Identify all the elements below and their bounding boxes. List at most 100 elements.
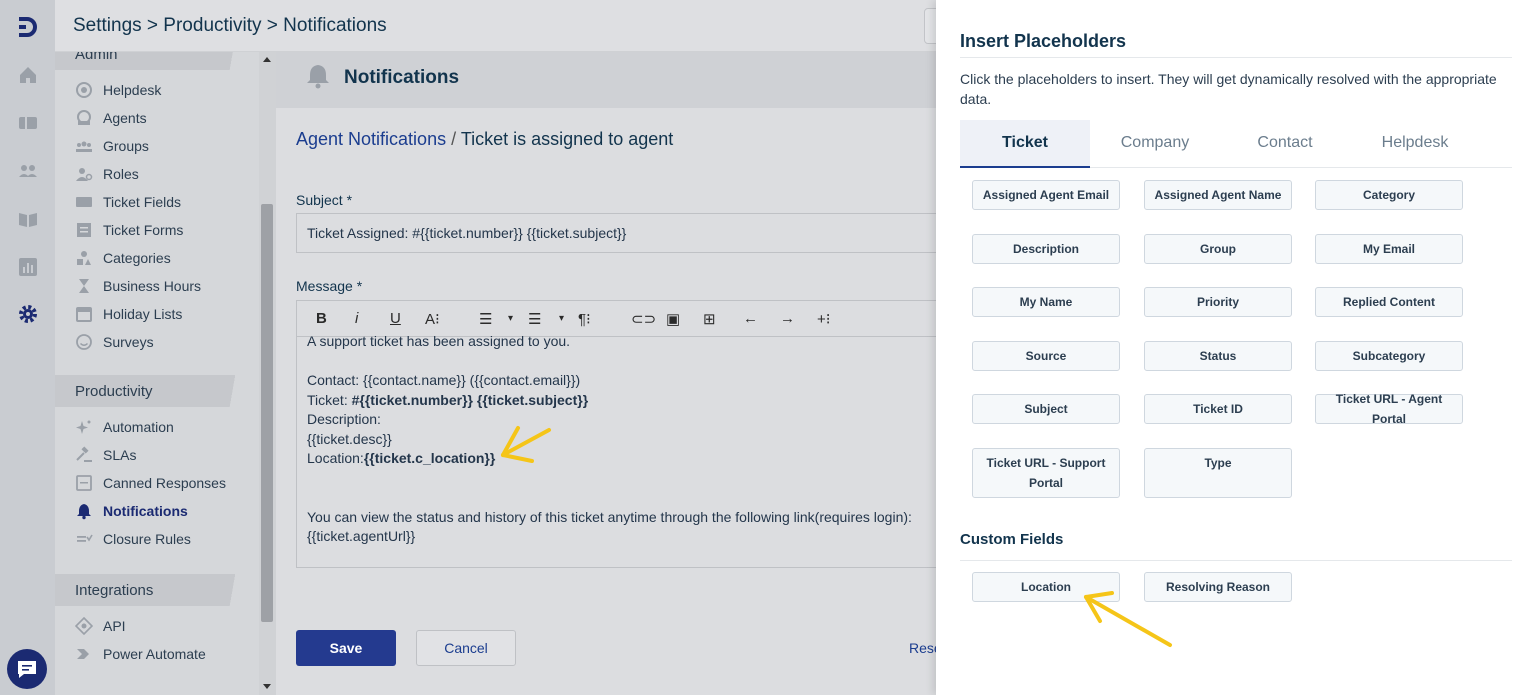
insert-placeholders-drawer: Insert Placeholders Click the placeholde… (936, 0, 1536, 695)
placeholder-chip[interactable]: Ticket ID (1144, 394, 1292, 424)
sidebar-item-business-hours[interactable]: Business Hours (75, 276, 201, 296)
agents-icon (77, 110, 91, 125)
contacts-icon[interactable] (17, 160, 39, 182)
notification-editor: Notifications Agent Notifications / Tick… (276, 52, 936, 695)
redo-button[interactable]: → (780, 310, 795, 327)
save-button[interactable]: Save (296, 630, 396, 666)
placeholder-chip[interactable]: Assigned Agent Name (1144, 180, 1292, 210)
sidebar-item-agents[interactable]: Agents (75, 108, 147, 128)
placeholder-chip[interactable]: Source (972, 341, 1120, 371)
subject-label: Subject * (296, 192, 353, 208)
tab-company[interactable]: Company (1090, 120, 1220, 168)
settings-icon[interactable] (17, 303, 39, 325)
drawer-title: Insert Placeholders (960, 31, 1127, 51)
message-editor[interactable]: B i U A⁝ ☰ ▾ ☰ ▾ ¶⁝ ⊂⊃ ▣ ⊞ ← → +⁝ A supp… (296, 300, 936, 568)
sidebar-item-canned-responses[interactable]: Canned Responses (75, 473, 226, 493)
scroll-up-arrow-icon[interactable] (263, 57, 271, 62)
divider (960, 57, 1512, 58)
scroll-down-arrow-icon[interactable] (263, 684, 271, 689)
undo-button[interactable]: ← (743, 310, 758, 327)
knowledge-base-icon[interactable] (17, 208, 39, 230)
chat-icon (18, 661, 36, 678)
placeholder-chip[interactable]: Ticket URL - Agent Portal (1315, 392, 1463, 426)
ticket-fields-icon (76, 197, 92, 207)
sidebar-item-holiday-lists[interactable]: Holiday Lists (75, 304, 182, 324)
tab-ticket[interactable]: Ticket (960, 120, 1090, 168)
sidebar-item-notifications[interactable]: Notifications (75, 501, 188, 521)
tab-helpdesk[interactable]: Helpdesk (1350, 120, 1480, 168)
font-size-button[interactable]: A⁝ (425, 310, 440, 328)
sidebar-item-automation[interactable]: Automation (75, 417, 174, 437)
ticket-forms-icon (77, 223, 91, 237)
placeholder-chip[interactable]: Type (1144, 448, 1292, 498)
placeholder-chip[interactable]: Subject (972, 394, 1120, 424)
sidebar-item-slas[interactable]: SLAs (75, 445, 136, 465)
sidebar-section-productivity: Productivity (55, 375, 259, 407)
reset-link[interactable]: Rese (909, 640, 936, 656)
canned-response-icon (76, 475, 92, 491)
placeholder-chip[interactable]: My Email (1315, 234, 1463, 264)
groups-icon (76, 141, 92, 152)
custom-fields-heading: Custom Fields (960, 531, 1064, 548)
tickets-icon[interactable] (17, 112, 39, 134)
brand-logo[interactable] (14, 14, 40, 40)
sidebar-item-ticket-fields[interactable]: Ticket Fields (75, 192, 181, 212)
bell-icon (77, 504, 91, 520)
underline-button[interactable]: U (390, 310, 401, 327)
paragraph-button[interactable]: ¶⁝ (578, 310, 591, 328)
sidebar-scroll-thumb[interactable] (261, 204, 273, 622)
sidebar-section-admin: Admin (55, 52, 259, 70)
bell-icon (307, 65, 329, 89)
closure-rules-icon (77, 534, 93, 542)
message-label: Message * (296, 278, 363, 294)
reports-icon[interactable] (17, 256, 39, 278)
placeholder-chip[interactable]: Ticket URL - Support Portal (972, 448, 1120, 498)
home-icon[interactable] (17, 64, 39, 86)
sidebar-item-categories[interactable]: Categories (75, 248, 171, 268)
placeholder-chip[interactable]: Status (1144, 341, 1292, 371)
sidebar-item-roles[interactable]: Roles (75, 164, 139, 184)
custom-field-chip-resolving-reason[interactable]: Resolving Reason (1144, 572, 1292, 602)
placeholder-chip[interactable]: Priority (1144, 287, 1292, 317)
placeholder-chip[interactable]: Description (972, 234, 1120, 264)
power-automate-icon (77, 649, 89, 659)
placeholder-chip[interactable]: My Name (972, 287, 1120, 317)
placeholder-chip[interactable]: Subcategory (1315, 341, 1463, 371)
bullet-list-dropdown-icon[interactable]: ▾ (559, 313, 564, 324)
ordered-list-button[interactable]: ☰ (479, 310, 492, 328)
link-button[interactable]: ⊂⊃ (631, 310, 656, 328)
placeholder-chip[interactable]: Replied Content (1315, 287, 1463, 317)
breadcrumb-link-agent-notifications[interactable]: Agent Notifications (296, 129, 446, 149)
ordered-list-dropdown-icon[interactable]: ▾ (508, 313, 513, 324)
cancel-button[interactable]: Cancel (416, 630, 516, 666)
chat-button[interactable] (7, 649, 47, 689)
sidebar-item-groups[interactable]: Groups (75, 136, 149, 156)
sidebar-item-closure-rules[interactable]: Closure Rules (75, 529, 191, 549)
sidebar-item-ticket-forms[interactable]: Ticket Forms (75, 220, 183, 240)
placeholder-chip[interactable]: Group (1144, 234, 1292, 264)
page-title: Notifications (344, 67, 460, 88)
table-button[interactable]: ⊞ (703, 310, 716, 328)
calendar-icon (76, 307, 92, 322)
page-titlebar: Notifications (276, 52, 936, 108)
sidebar-item-api[interactable]: API (75, 616, 126, 636)
custom-field-chip-location[interactable]: Location (972, 572, 1120, 602)
location-placeholder-text: {{ticket.c_location}} (363, 450, 496, 466)
gavel-icon (76, 446, 92, 462)
bold-button[interactable]: B (316, 310, 327, 327)
placeholder-chip[interactable]: Category (1315, 180, 1463, 210)
tab-contact[interactable]: Contact (1220, 120, 1350, 168)
sidebar-item-helpdesk[interactable]: Helpdesk (75, 80, 161, 100)
divider (960, 560, 1512, 561)
bullet-list-button[interactable]: ☰ (528, 310, 541, 328)
placeholder-chip[interactable]: Assigned Agent Email (972, 180, 1120, 210)
sidebar-item-power-automate[interactable]: Power Automate (75, 644, 206, 664)
sidebar-item-surveys[interactable]: Surveys (75, 332, 154, 352)
subject-input[interactable]: Ticket Assigned: #{{ticket.number}} {{ti… (296, 213, 936, 253)
placeholder-tabs: Ticket Company Contact Helpdesk (960, 120, 1512, 168)
more-options-button[interactable]: +⁝ (817, 310, 831, 328)
italic-button[interactable]: i (355, 310, 358, 327)
image-button[interactable]: ▣ (666, 310, 680, 328)
breadcrumb-current: Ticket is assigned to agent (460, 129, 674, 149)
message-body[interactable]: A support ticket has been assigned to yo… (307, 332, 936, 547)
